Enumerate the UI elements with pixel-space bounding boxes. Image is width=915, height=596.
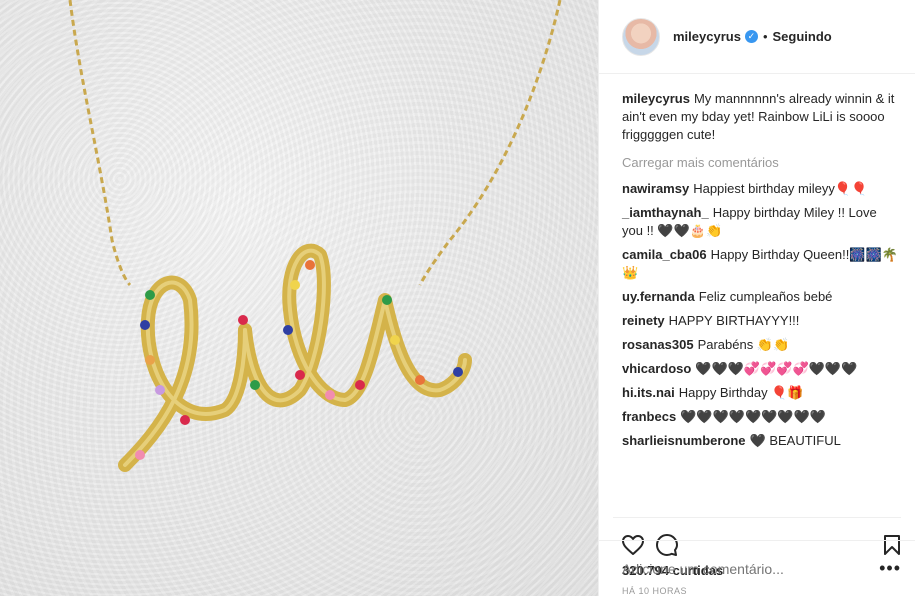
comment-text: 🖤🖤🖤💞💞💞💞🖤🖤🖤	[695, 361, 858, 376]
post-header: mileycyrus ✓ • Seguindo	[599, 0, 915, 74]
more-options-icon[interactable]: •••	[879, 558, 901, 579]
verified-badge-icon: ✓	[744, 30, 758, 43]
post-photo[interactable]	[0, 0, 598, 596]
post-sidebar: mileycyrus ✓ • Seguindo mileycyrus My man…	[598, 0, 915, 596]
post-caption: mileycyrus My mannnnnn's already winnin &…	[622, 90, 901, 144]
comment-text: 🖤🖤🖤🖤🖤🖤🖤🖤🖤	[680, 409, 826, 424]
comment-username[interactable]: rosanas305	[622, 337, 694, 352]
comment-item: hi.its.nai Happy Birthday 🎈🎁	[622, 384, 901, 402]
add-comment-input[interactable]	[622, 560, 880, 577]
instagram-post: mileycyrus ✓ • Seguindo mileycyrus My man…	[0, 0, 915, 596]
comment-username[interactable]: nawiramsy	[622, 181, 689, 196]
comment-item: uy.fernanda Feliz cumpleaños bebé	[622, 288, 901, 306]
comment-username[interactable]: vhicardoso	[622, 361, 691, 376]
header-username[interactable]: mileycyrus	[673, 29, 741, 44]
comment-item: reinety HAPPY BIRTHAYYY!!!	[622, 312, 901, 330]
comment-text: Parabéns 👏👏	[697, 337, 790, 352]
necklace-image	[68, 0, 562, 472]
load-more-comments-link[interactable]: Carregar mais comentários	[622, 154, 901, 172]
comment-item: camila_cba06 Happy Birthday Queen!!🎆🎆🌴👑	[622, 246, 901, 282]
comment-username[interactable]: reinety	[622, 313, 665, 328]
comment-text: Feliz cumpleaños bebé	[698, 289, 833, 304]
header-separator: •	[762, 29, 768, 44]
comment-text: Happiest birthday mileyy🎈🎈	[693, 181, 868, 196]
comment-item: _iamthaynah_ Happy birthday Miley !! Love…	[622, 204, 901, 240]
avatar[interactable]	[622, 17, 660, 56]
comment-item: sharlieisnumberone 🖤 BEAUTIFUL	[622, 432, 901, 450]
comment-username[interactable]: camila_cba06	[622, 247, 707, 262]
comment-item: vhicardoso 🖤🖤🖤💞💞💞💞🖤🖤🖤	[622, 360, 901, 378]
comment-username[interactable]: franbecs	[622, 409, 676, 424]
comment-username[interactable]: sharlieisnumberone	[622, 433, 746, 448]
comment-item: nawiramsy Happiest birthday mileyy🎈🎈	[622, 180, 901, 198]
comment-text: 🖤 BEAUTIFUL	[749, 433, 841, 448]
comment-item: rosanas305 Parabéns 👏👏	[622, 336, 901, 354]
comment-text: Happy Birthday 🎈🎁	[678, 385, 804, 400]
following-button[interactable]: Seguindo	[773, 29, 832, 44]
comments-section: mileycyrus My mannnnnn's already winnin &…	[599, 74, 915, 517]
comment-text: HAPPY BIRTHAYYY!!!	[668, 313, 800, 328]
comment-item: franbecs 🖤🖤🖤🖤🖤🖤🖤🖤🖤	[622, 408, 901, 426]
add-comment-bar: •••	[599, 540, 915, 596]
caption-username[interactable]: mileycyrus	[622, 91, 690, 106]
comment-username[interactable]: uy.fernanda	[622, 289, 695, 304]
comment-username[interactable]: hi.its.nai	[622, 385, 675, 400]
comment-username[interactable]: _iamthaynah_	[622, 205, 709, 220]
